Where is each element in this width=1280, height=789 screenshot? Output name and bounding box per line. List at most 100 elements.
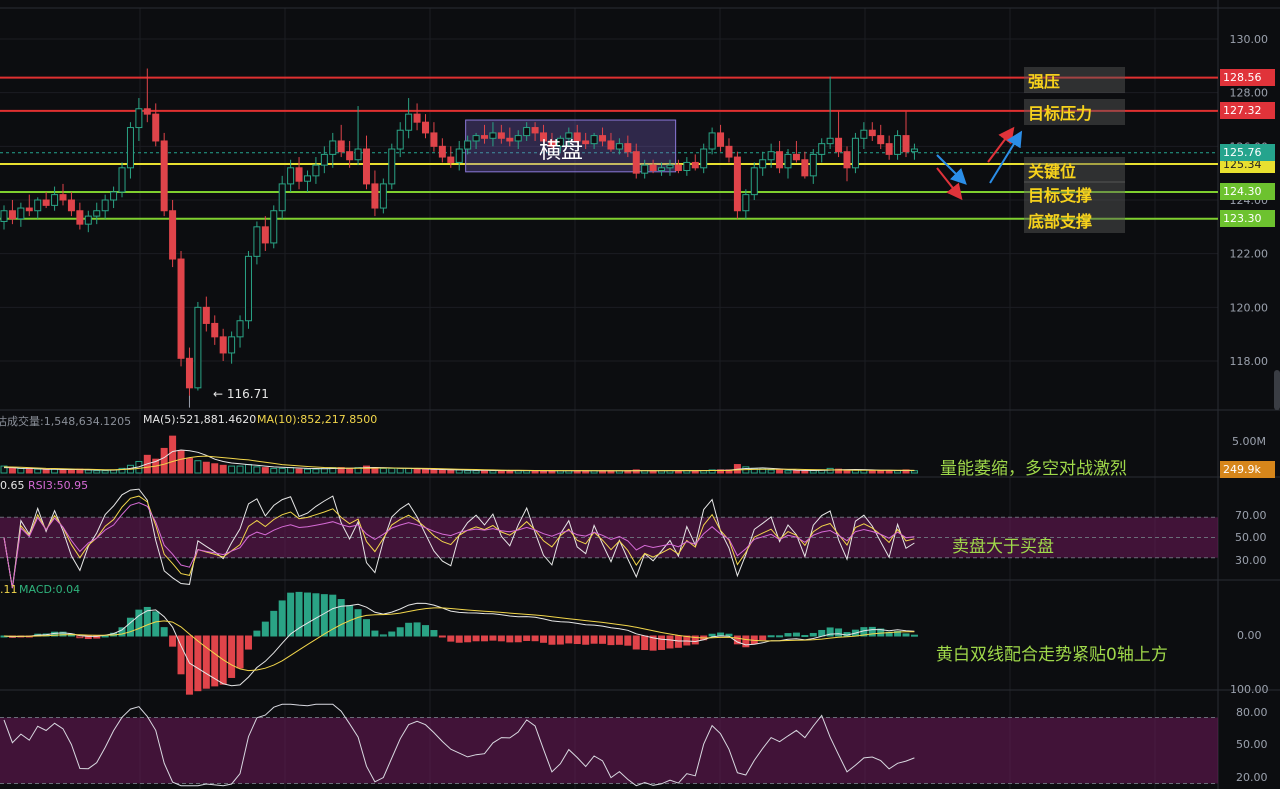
- candle-body-14: [118, 167, 126, 193]
- macd-bar-61: [514, 635, 522, 643]
- candle-83: [700, 143, 708, 174]
- macd-bar-99: [835, 628, 843, 637]
- volume-bar-24: [202, 461, 210, 474]
- volume-bar-2: [17, 467, 25, 474]
- macd-bar-40: [337, 599, 345, 637]
- macd-bar-53: [447, 635, 455, 642]
- candle-body-28: [236, 320, 244, 338]
- candle-body-54: [455, 148, 463, 163]
- candle-body-32: [270, 210, 278, 244]
- volume-current-tag: 249.9k: [1220, 461, 1275, 478]
- macd-bar-20: [169, 635, 177, 647]
- candle-12: [101, 194, 109, 219]
- macd-bar-84: [708, 633, 716, 637]
- candle-13: [110, 186, 118, 209]
- candlestick-series[interactable]: [0, 68, 918, 396]
- candle-43: [362, 135, 370, 190]
- volume-bar-93: [784, 470, 792, 474]
- candle-body-77: [649, 164, 657, 171]
- candle-16: [135, 98, 143, 141]
- candle-body-58: [489, 132, 497, 139]
- level-label-key-level: 关键位: [1024, 157, 1125, 183]
- candle-body-9: [76, 210, 84, 225]
- macd-bar-78: [658, 635, 666, 650]
- candle-body-79: [666, 164, 674, 169]
- candle-body-87: [733, 156, 741, 212]
- volume-bar-23: [194, 460, 202, 474]
- macd-bar-80: [674, 635, 682, 648]
- arrow-up-blue: [989, 130, 1023, 184]
- candle-body-22: [185, 357, 193, 389]
- candle-24: [202, 296, 210, 332]
- macd-bar-48: [405, 622, 413, 637]
- volume-bar-56: [472, 470, 480, 474]
- macd-bar-22: [185, 635, 193, 695]
- candle-body-62: [523, 127, 531, 137]
- macd-bar-31: [261, 621, 269, 637]
- candle-body-1: [8, 210, 16, 220]
- candle-2: [17, 202, 25, 227]
- macd-bar-51: [430, 630, 438, 637]
- volume-bar-8: [67, 469, 75, 474]
- candle-37: [312, 157, 320, 184]
- rsi-label-prefix: 0.65: [0, 479, 25, 492]
- candle-45: [379, 178, 387, 214]
- candle-36: [303, 170, 311, 192]
- macd-bar-69: [582, 635, 590, 645]
- volume-bar-29: [244, 464, 252, 474]
- candle-body-34: [287, 167, 295, 185]
- price-tag-127-32: 127.32: [1220, 102, 1275, 119]
- candle-80: [674, 159, 682, 174]
- candle-25: [211, 315, 219, 345]
- macd-label-prefix: .11: [0, 583, 18, 596]
- candle-body-78: [658, 167, 666, 171]
- candle-48: [405, 98, 413, 139]
- macd-bar-52: [438, 635, 446, 638]
- bottom-tick-50: 50.00: [1236, 738, 1268, 751]
- candle-body-101: [851, 137, 859, 169]
- candle-19: [160, 132, 168, 217]
- macd-bar-59: [497, 635, 505, 642]
- macd-bar-27: [228, 635, 236, 678]
- volume-bar-36: [303, 468, 311, 474]
- macd-bar-79: [666, 635, 674, 649]
- price-tag-128-56: 128.56: [1220, 69, 1275, 86]
- candle-35: [295, 157, 303, 190]
- volume-bar-57: [481, 470, 489, 474]
- candle-body-84: [708, 132, 716, 150]
- candle-body-89: [750, 167, 758, 196]
- price-tick-5: 120.00: [1230, 301, 1269, 314]
- candle-body-74: [624, 143, 632, 153]
- macd-bar-55: [464, 635, 472, 643]
- candle-body-11: [93, 210, 101, 217]
- candle-body-104: [877, 135, 885, 145]
- macd-bar-63: [531, 635, 539, 642]
- macd-bar-24: [202, 635, 210, 689]
- candle-31: [261, 216, 269, 251]
- macd-bar-93: [784, 633, 792, 637]
- candle-body-60: [506, 137, 514, 142]
- price-tick-1: 128.00: [1230, 87, 1269, 100]
- volume-bar-47: [396, 467, 404, 474]
- candle-27: [228, 331, 236, 364]
- candle-body-49: [413, 113, 421, 123]
- volume-bar-5: [42, 469, 50, 474]
- candle-104: [877, 124, 885, 150]
- macd-bar-92: [776, 635, 784, 638]
- price-tag-123-30: 123.30: [1220, 210, 1275, 227]
- macd-annotation: 黄白双线配合走势紧贴0轴上方: [936, 645, 1168, 665]
- macd-bar-18: [152, 611, 160, 637]
- volume-bar-22: [185, 457, 193, 474]
- candle-body-52: [438, 145, 446, 158]
- volume-bar-34: [287, 467, 295, 474]
- candle-33: [278, 175, 286, 219]
- macd-bar-45: [379, 634, 387, 637]
- candle-103: [868, 122, 876, 141]
- candle-90: [759, 151, 767, 176]
- candle-29: [244, 250, 252, 329]
- candle-54: [455, 140, 463, 171]
- candle-42: [354, 106, 362, 166]
- candle-93: [784, 149, 792, 179]
- candle-body-71: [599, 135, 607, 142]
- candle-101: [851, 132, 859, 174]
